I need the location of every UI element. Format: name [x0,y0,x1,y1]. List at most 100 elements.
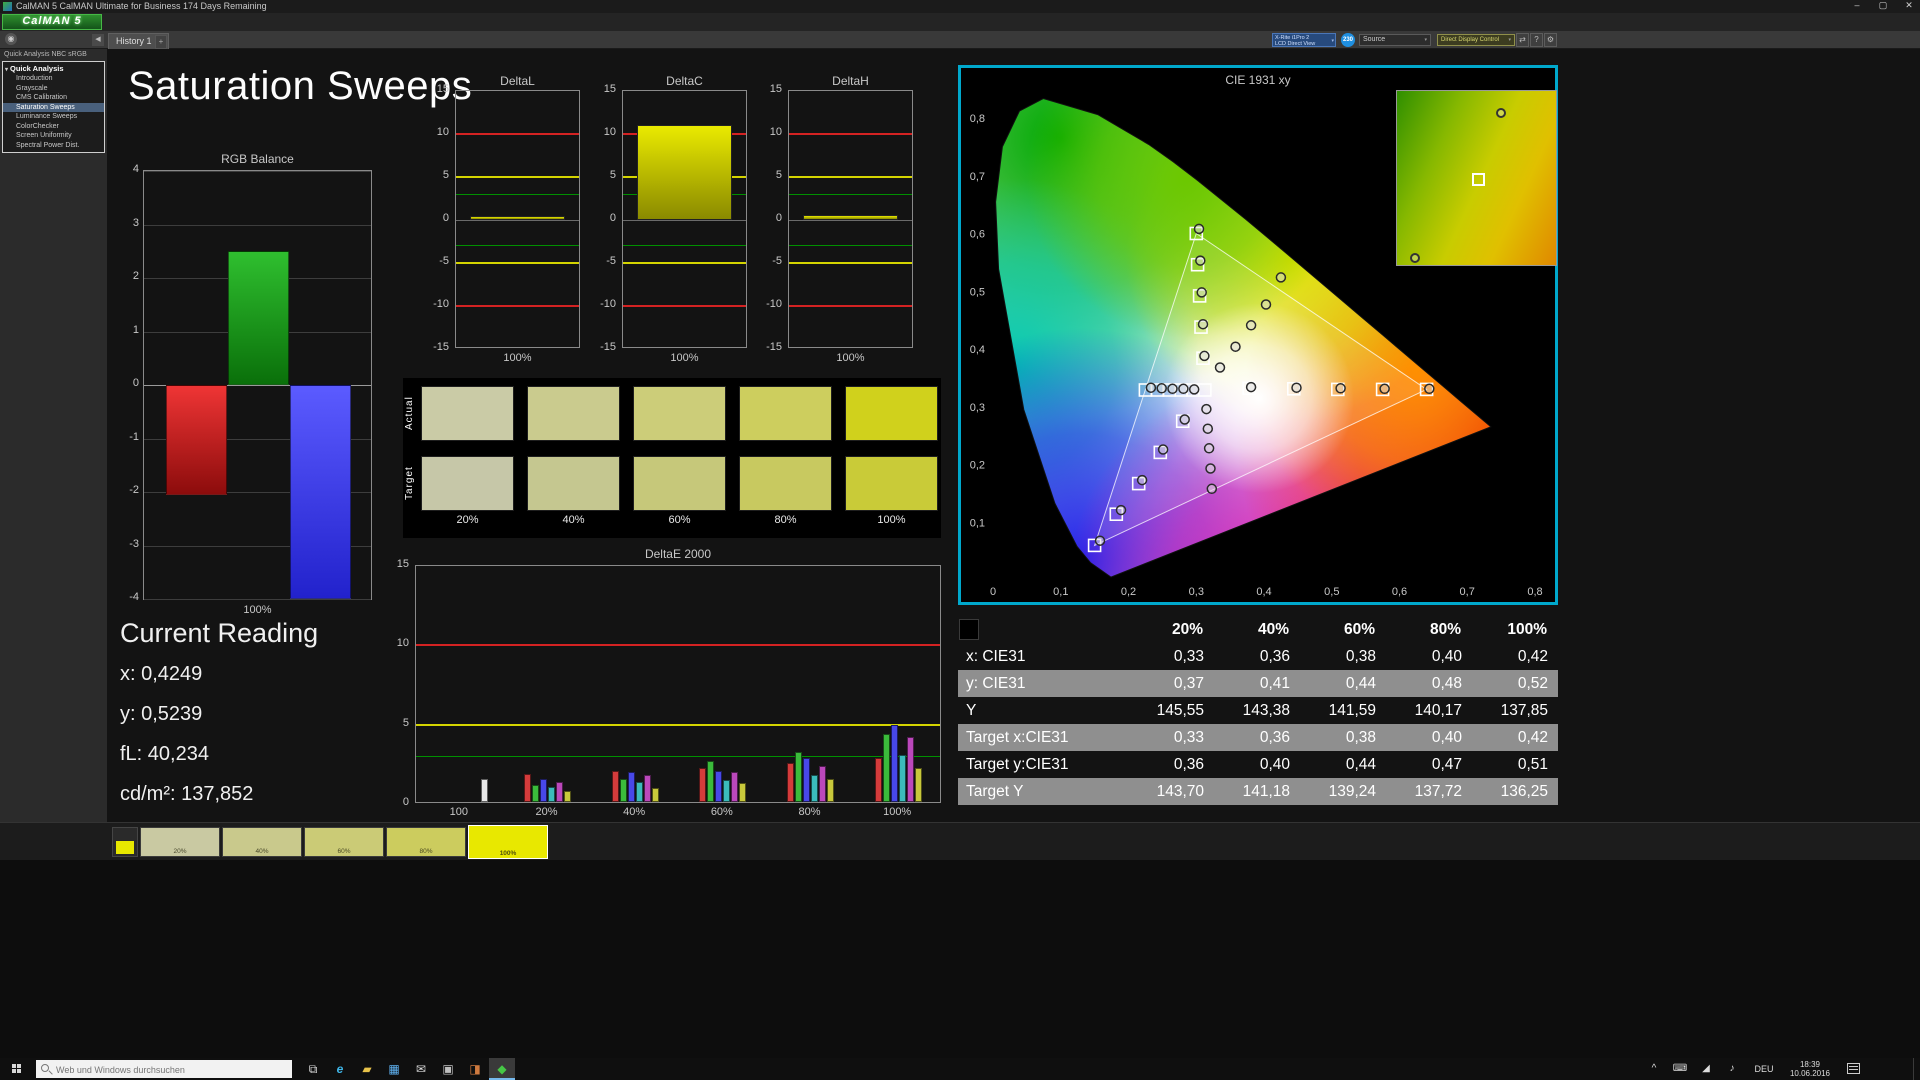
x-axis-label: 100% [788,352,913,364]
display-control-dropdown[interactable]: Direct Display Control▾ [1437,34,1515,46]
chart-title: DeltaE 2000 [415,547,941,561]
patch-tile-80[interactable]: 80% [386,827,466,857]
sidebar-item-screen-uniformity[interactable]: Screen Uniformity [3,131,104,141]
table-header-row: 20%40%60%80%100% [958,616,1558,643]
sidebar-item-saturation-sweeps[interactable]: Saturation Sweeps [3,103,104,113]
y-tick-label: 0,1 [970,517,985,529]
language-indicator[interactable]: DEU [1749,1058,1779,1080]
network-icon[interactable]: ◢ [1694,1058,1718,1080]
cie-measured-marker [1146,383,1155,392]
cie-measured-marker [1231,342,1240,351]
settings-button[interactable]: ⚙ [1544,33,1557,47]
volume-icon[interactable]: ♪ [1720,1058,1744,1080]
cie-measured-marker [1196,256,1205,265]
task-view-icon[interactable]: ⧉ [300,1058,326,1080]
titlebar: CalMAN 5 CalMAN Ultimate for Business 17… [0,0,1920,13]
table-row-label: y: CIE31 [958,675,1128,693]
taskbar-search[interactable] [36,1060,292,1078]
table-cell: 0,36 [1128,756,1214,774]
x-tick-label: 20% [517,806,577,818]
tab-toolbar: ◉ ◀ History 1✕ + X-Rite i1Pro 2 LCD Dire… [0,31,1920,49]
table-row: y: CIE310,370,410,440,480,52 [958,670,1558,697]
y-tick-label: -3 [114,538,139,550]
reference-line [416,644,940,646]
actual-target-swatch-panel: ActualTarget20%40%60%80%100% [403,378,941,538]
patch-tile-40[interactable]: 40% [222,827,302,857]
reading-fl: fL: 40,234 [120,743,318,766]
reference-line [789,133,912,135]
tree-root[interactable]: ▾Quick Analysis [3,63,104,74]
minimize-button[interactable]: – [1850,0,1864,11]
deltae-bar [819,766,826,802]
sidebar-item-colorchecker[interactable]: ColorChecker [3,122,104,132]
cie-measured-marker [1179,384,1188,393]
table-cell: 0,33 [1128,648,1214,666]
window-title: CalMAN 5 CalMAN Ultimate for Business 17… [16,1,267,11]
reading-x: x: 0,4249 [120,663,318,686]
meter-select-button[interactable]: X-Rite i1Pro 2 LCD Direct View ▾ [1272,33,1336,47]
patch-tile-100[interactable]: 100% [468,825,548,859]
chart-title: DeltaL [455,74,580,88]
reference-line [456,176,579,178]
store-icon[interactable]: ▦ [381,1058,407,1080]
table-cell: 0,44 [1300,675,1386,693]
reference-line [456,133,579,135]
x-tick-label: 0,8 [1527,586,1542,598]
file-explorer-icon[interactable]: ▰ [354,1058,380,1080]
deltae-bar [795,752,802,802]
chevron-down-icon: ▾ [1424,35,1427,45]
sidebar-item-introduction[interactable]: Introduction [3,74,104,84]
cie-measured-marker [1292,383,1301,392]
y-tick-label: -5 [420,255,449,267]
meter-status-badge: 230 [1341,33,1355,47]
actual-swatch-20% [421,386,514,441]
notification-center-icon[interactable] [1847,1063,1860,1074]
source-dropdown[interactable]: Source▾ [1359,34,1431,46]
reference-line [456,262,579,264]
table-column-header: 60% [1299,621,1385,639]
sync-button[interactable]: ⇄ [1516,33,1529,47]
row-label-actual: Actual [404,386,416,441]
tray-expand-icon[interactable]: ^ [1642,1058,1666,1080]
y-tick-label: 0,2 [970,460,985,472]
table-cell: 0,51 [1472,756,1558,774]
target-swatch-20% [421,456,514,511]
current-patch-tile[interactable] [112,827,138,857]
calman-app-icon[interactable]: ◆ [489,1058,515,1080]
mail-icon[interactable]: ✉ [408,1058,434,1080]
y-tick-label: 0 [390,796,409,808]
cie-measured-marker [1247,321,1256,330]
table-cell: 0,41 [1214,675,1300,693]
workflow-menu-icon[interactable]: ◉ [5,33,17,45]
sidebar-item-grayscale[interactable]: Grayscale [3,84,104,94]
start-button[interactable] [0,1058,34,1080]
keyboard-icon[interactable]: ⌨ [1668,1058,1692,1080]
table-cell: 145,55 [1128,702,1214,720]
collapse-sidebar-button[interactable]: ◀ [92,34,104,46]
edge-browser-icon[interactable]: e [327,1058,353,1080]
new-tab-button[interactable]: + [155,35,167,49]
sidebar-item-luminance-sweeps[interactable]: Luminance Sweeps [3,112,104,122]
sidebar-item-cms-calibration[interactable]: CMS Calibration [3,93,104,103]
taskbar-clock[interactable]: 18:39 10.06.2016 [1781,1060,1839,1078]
reference-line [789,262,912,264]
sidebar-item-spectral-power-dist[interactable]: Spectral Power Dist. [3,141,104,151]
target-swatch-100% [845,456,938,511]
help-button[interactable]: ? [1530,33,1543,47]
patch-tile-20[interactable]: 20% [140,827,220,857]
rgb-balance-plot [143,170,372,600]
patch-tile-60[interactable]: 60% [304,827,384,857]
show-desktop-button[interactable] [1913,1058,1920,1080]
cie-measured-marker [1195,224,1204,233]
table-cell: 140,17 [1386,702,1472,720]
app-icon[interactable]: ◨ [462,1058,488,1080]
search-input[interactable] [36,1061,292,1079]
table-cell: 0,33 [1128,729,1214,747]
deltae-bar [644,775,651,802]
rgb-bar-red [166,385,227,495]
deltae-bar [612,771,619,802]
close-button[interactable]: ✕ [1902,0,1916,11]
maximize-button[interactable]: ▢ [1876,0,1890,11]
app-icon[interactable]: ▣ [435,1058,461,1080]
current-reading-title: Current Reading [120,618,318,649]
